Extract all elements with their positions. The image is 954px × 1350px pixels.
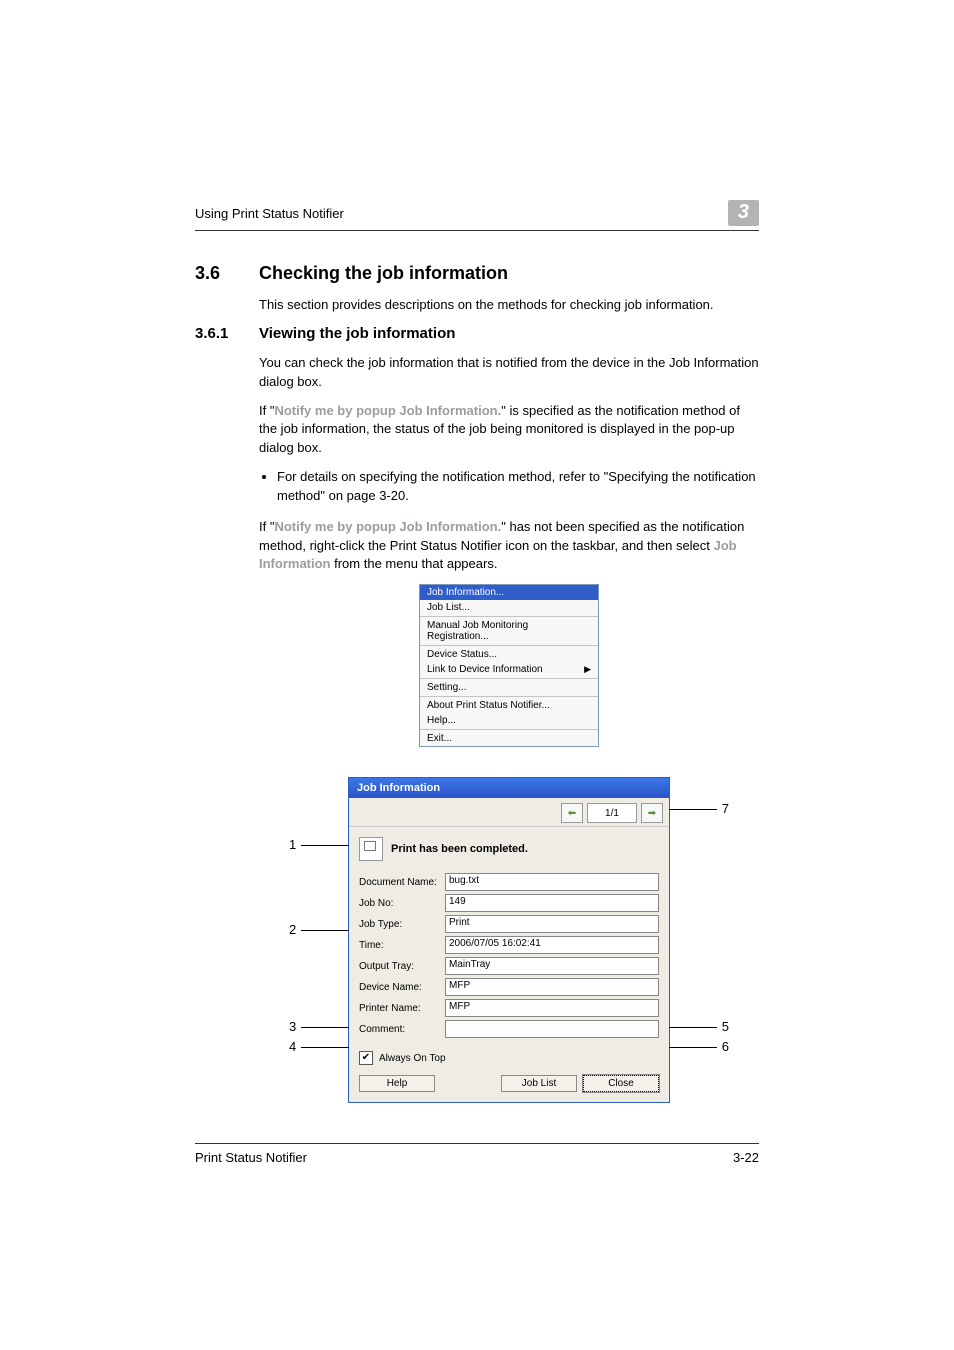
callout-6: 6 [722,1039,729,1054]
value-time: 2006/07/05 16:02:41 [445,936,659,954]
section-number: 3.6 [195,263,241,284]
status-text: Print has been completed. [391,843,528,855]
intro-paragraph: This section provides descriptions on th… [259,296,759,315]
callout-1: 1 [289,837,296,852]
label-job-no: Job No: [359,898,445,909]
page-indicator: 1/1 [587,803,637,823]
callout-2: 2 [289,922,296,937]
next-page-button[interactable]: ➡ [641,803,663,823]
dialog-title: Job Information [349,778,669,798]
callout-3: 3 [289,1019,296,1034]
label-device-name: Device Name: [359,982,445,993]
label-time: Time: [359,940,445,951]
bullet-1: For details on specifying the notificati… [277,468,759,506]
job-information-dialog: Job Information ⬅ 1/1 ➡ Print has been c… [348,777,670,1103]
footer-left: Print Status Notifier [195,1150,307,1165]
subsection-title: Viewing the job information [259,325,455,342]
paragraph-1: You can check the job information that i… [259,354,759,392]
chapter-badge: 3 [728,200,759,226]
menu-item-device-status[interactable]: Device Status... [420,647,598,662]
menu-item-link-device-info[interactable]: Link to Device Information▶ [420,662,598,677]
paragraph-2: If "Notify me by popup Job Information."… [259,402,759,459]
callout-5: 5 [722,1019,729,1034]
menu-item-job-information[interactable]: Job Information... [420,585,598,600]
value-output-tray: MainTray [445,957,659,975]
value-job-no: 149 [445,894,659,912]
label-comment: Comment: [359,1024,445,1035]
always-on-top-label: Always On Top [379,1053,446,1064]
value-device-name: MFP [445,978,659,996]
submenu-arrow-icon: ▶ [584,664,591,675]
header-rule [195,230,759,231]
menu-item-help[interactable]: Help... [420,713,598,728]
label-job-type: Job Type: [359,919,445,930]
menu-item-exit[interactable]: Exit... [420,731,598,746]
paragraph-3: If "Notify me by popup Job Information."… [259,518,759,575]
callout-7: 7 [722,801,729,816]
label-document-name: Document Name: [359,877,445,888]
subsection-number: 3.6.1 [195,325,241,342]
label-output-tray: Output Tray: [359,961,445,972]
value-comment [445,1020,659,1038]
running-header: Using Print Status Notifier [195,206,344,221]
value-printer-name: MFP [445,999,659,1017]
footer-right: 3-22 [733,1150,759,1165]
dialog-figure: Job Information ⬅ 1/1 ➡ Print has been c… [289,777,729,1103]
value-job-type: Print [445,915,659,933]
menu-item-job-list[interactable]: Job List... [420,600,598,615]
callout-4: 4 [289,1039,296,1054]
label-printer-name: Printer Name: [359,1003,445,1014]
menu-item-setting[interactable]: Setting... [420,680,598,695]
section-title: Checking the job information [259,263,508,284]
always-on-top-checkbox[interactable]: ✔ [359,1051,373,1065]
close-button[interactable]: Close [583,1075,659,1092]
context-menu: Job Information... Job List... Manual Jo… [419,584,599,747]
help-button[interactable]: Help [359,1075,435,1092]
menu-item-about[interactable]: About Print Status Notifier... [420,698,598,713]
printer-icon [359,837,383,861]
job-list-button[interactable]: Job List [501,1075,577,1092]
prev-page-button[interactable]: ⬅ [561,803,583,823]
menu-item-manual-registration[interactable]: Manual Job Monitoring Registration... [420,618,598,644]
value-document-name: bug.txt [445,873,659,891]
footer-rule [195,1143,759,1144]
